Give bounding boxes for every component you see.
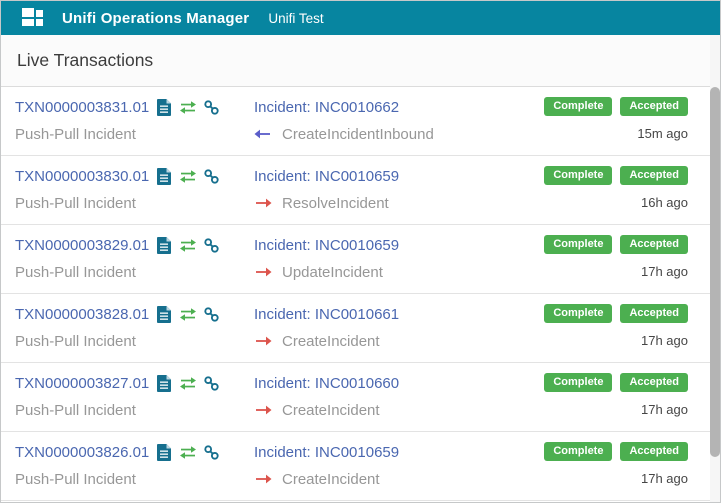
logo-tile [36,19,43,26]
document-icon[interactable] [157,374,172,392]
state-badge: Complete [544,166,613,185]
transfer-arrows-icon[interactable] [179,376,197,390]
transaction-id-link[interactable]: TXN0000003831.01 [15,99,149,116]
document-icon[interactable] [157,305,172,323]
app-logo-grid-icon[interactable] [22,8,43,28]
timestamp: 16h ago [641,195,688,210]
response-badge: Accepted [620,373,688,392]
process-name: Push-Pull Incident [15,332,136,350]
state-badge: Complete [544,442,613,461]
state-badge: Complete [544,304,613,323]
response-badge: Accepted [620,97,688,116]
process-name: Push-Pull Incident [15,401,136,419]
message-name: UpdateIncident [282,263,383,281]
transaction-row: TXN0000003827.01 Push-Pull Incident Inci… [1,363,712,432]
direction-arrow-icon [254,336,272,346]
message-name: CreateIncident [282,332,380,350]
logo-tile [36,10,43,17]
transaction-id-link[interactable]: TXN0000003827.01 [15,375,149,392]
process-name: Push-Pull Incident [15,263,136,281]
incident-link[interactable]: Incident: INC0010662 [254,99,399,116]
state-badge: Complete [544,97,613,116]
transaction-row: TXN0000003831.01 Push-Pull Incident Inci… [1,87,712,156]
incident-link[interactable]: Incident: INC0010659 [254,168,399,185]
transfer-arrows-icon[interactable] [179,238,197,252]
app-header: Unifi Operations Manager Unifi Test [1,1,720,35]
process-name: Push-Pull Incident [15,194,136,212]
logo-tile [22,8,34,17]
response-badge: Accepted [620,442,688,461]
transaction-list: TXN0000003831.01 Push-Pull Incident Inci… [1,87,712,501]
document-icon[interactable] [157,443,172,461]
message-name: CreateIncident [282,401,380,419]
link-chain-icon[interactable] [204,99,219,115]
process-name: Push-Pull Incident [15,470,136,488]
link-chain-icon[interactable] [204,306,219,322]
direction-arrow-icon [254,267,272,277]
transaction-row: TXN0000003830.01 Push-Pull Incident Inci… [1,156,712,225]
page-title: Live Transactions [17,50,154,70]
app-window: Unifi Operations Manager Unifi Test Live… [0,0,721,503]
link-chain-icon[interactable] [204,237,219,253]
section-header: Live Transactions [1,35,720,87]
workspace-nav-item[interactable]: Unifi Test [268,11,323,26]
document-icon[interactable] [157,98,172,116]
transaction-row: TXN0000003828.01 Push-Pull Incident Inci… [1,294,712,363]
response-badge: Accepted [620,304,688,323]
direction-arrow-icon [254,405,272,415]
app-title: Unifi Operations Manager [62,9,250,27]
incident-link[interactable]: Incident: INC0010659 [254,444,399,461]
link-chain-icon[interactable] [204,444,219,460]
response-badge: Accepted [620,166,688,185]
transaction-id-link[interactable]: TXN0000003826.01 [15,444,149,461]
transaction-id-link[interactable]: TXN0000003829.01 [15,237,149,254]
state-badge: Complete [544,373,613,392]
logo-tile [22,19,34,26]
message-name: CreateIncidentInbound [282,125,434,143]
transfer-arrows-icon[interactable] [179,307,197,321]
document-icon[interactable] [157,167,172,185]
link-chain-icon[interactable] [204,168,219,184]
direction-arrow-icon [254,198,272,208]
timestamp: 17h ago [641,471,688,486]
direction-arrow-icon [254,129,272,139]
message-name: ResolveIncident [282,194,389,212]
timestamp: 17h ago [641,333,688,348]
process-name: Push-Pull Incident [15,125,136,143]
timestamp: 15m ago [637,126,688,141]
document-icon[interactable] [157,236,172,254]
incident-link[interactable]: Incident: INC0010659 [254,237,399,254]
scrollbar-thumb[interactable] [710,87,720,457]
incident-link[interactable]: Incident: INC0010661 [254,306,399,323]
message-name: CreateIncident [282,470,380,488]
response-badge: Accepted [620,235,688,254]
direction-arrow-icon [254,474,272,484]
transaction-row: TXN0000003829.01 Push-Pull Incident Inci… [1,225,712,294]
transaction-id-link[interactable]: TXN0000003830.01 [15,168,149,185]
state-badge: Complete [544,235,613,254]
transaction-row: TXN0000003826.01 Push-Pull Incident Inci… [1,432,712,501]
timestamp: 17h ago [641,402,688,417]
incident-link[interactable]: Incident: INC0010660 [254,375,399,392]
transfer-arrows-icon[interactable] [179,169,197,183]
transaction-id-link[interactable]: TXN0000003828.01 [15,306,149,323]
scrollbar[interactable] [710,35,720,502]
link-chain-icon[interactable] [204,375,219,391]
transfer-arrows-icon[interactable] [179,100,197,114]
transfer-arrows-icon[interactable] [179,445,197,459]
timestamp: 17h ago [641,264,688,279]
